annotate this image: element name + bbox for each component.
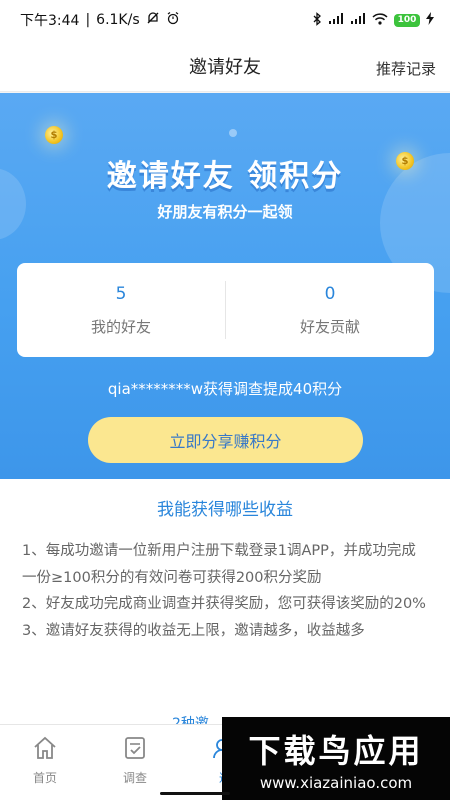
alarm-icon bbox=[166, 11, 180, 29]
referral-records-link[interactable]: 推荐记录 bbox=[376, 58, 436, 79]
status-bar: 下午3:44 | 6.1K/s 100 bbox=[0, 0, 450, 40]
status-left: 下午3:44 | 6.1K/s bbox=[20, 10, 180, 30]
stat-value: 0 bbox=[324, 283, 336, 304]
signal-icon-2 bbox=[350, 12, 366, 28]
charging-icon bbox=[426, 12, 434, 28]
wifi-icon bbox=[372, 12, 388, 28]
benefit-item: 1、每成功邀请一位新用户注册下载登录1调APP，并成功完成一份≥100积分的有效… bbox=[22, 543, 416, 586]
benefits-list: 1、每成功邀请一位新用户注册下载登录1调APP，并成功完成一份≥100积分的有效… bbox=[0, 520, 450, 644]
reward-notice: qia********w获得调查提成40积分 bbox=[107, 380, 343, 398]
signal-icon bbox=[328, 12, 344, 28]
stat-label: 我的好友 bbox=[90, 317, 151, 336]
stat-label: 好友贡献 bbox=[299, 317, 360, 336]
section-title: 我能获得哪些收益 bbox=[157, 500, 293, 520]
tab-survey[interactable]: 调查 bbox=[90, 725, 180, 800]
status-time: 下午3:44 bbox=[20, 13, 80, 29]
tab-label: 首页 bbox=[32, 771, 57, 785]
share-button[interactable]: 立即分享赚积分 bbox=[88, 417, 363, 463]
hero-banner: $ $ 邀请好友 领积分 好朋友有积分一起领 5 我的好友 0 好友贡献 qia… bbox=[0, 93, 450, 479]
coin-icon: $ bbox=[45, 126, 63, 144]
home-icon bbox=[32, 735, 58, 765]
survey-icon bbox=[122, 735, 148, 765]
hero-title: 邀请好友 领积分 bbox=[106, 159, 344, 194]
decor-dot bbox=[229, 129, 237, 137]
stats-card: 5 我的好友 0 好友贡献 bbox=[17, 263, 434, 357]
stat-value: 5 bbox=[115, 283, 127, 304]
nav-bar: 邀请好友 推荐记录 bbox=[0, 40, 450, 92]
home-indicator bbox=[160, 792, 230, 795]
stat-friend-contribution[interactable]: 0 好友贡献 bbox=[226, 263, 434, 357]
status-speed: 6.1K/s bbox=[96, 12, 140, 28]
hero-subtitle: 好朋友有积分一起领 bbox=[157, 203, 293, 221]
benefits-section: 我能获得哪些收益 1、每成功邀请一位新用户注册下载登录1调APP，并成功完成一份… bbox=[0, 479, 450, 732]
bluetooth-icon bbox=[312, 11, 322, 29]
stat-my-friends[interactable]: 5 我的好友 bbox=[17, 263, 225, 357]
watermark-main: 下载鸟应用 bbox=[248, 731, 424, 770]
watermark-url: www.xiazainiao.com bbox=[259, 773, 413, 792]
tab-home[interactable]: 首页 bbox=[0, 725, 90, 800]
battery-icon: 100 bbox=[394, 13, 420, 27]
tab-label: 调查 bbox=[122, 771, 147, 785]
status-right: 100 bbox=[312, 11, 434, 29]
benefit-item: 3、邀请好友获得的收益无上限，邀请越多，收益越多 bbox=[22, 622, 365, 639]
mute-icon bbox=[146, 11, 160, 29]
benefit-item: 2、好友成功完成商业调查并获得奖励，您可获得该奖励的20% bbox=[22, 596, 426, 612]
status-separator: | bbox=[85, 12, 91, 28]
page-title: 邀请好友 bbox=[189, 56, 261, 78]
watermark-logo: 下载鸟应用 www.xiazainiao.com bbox=[222, 717, 450, 800]
